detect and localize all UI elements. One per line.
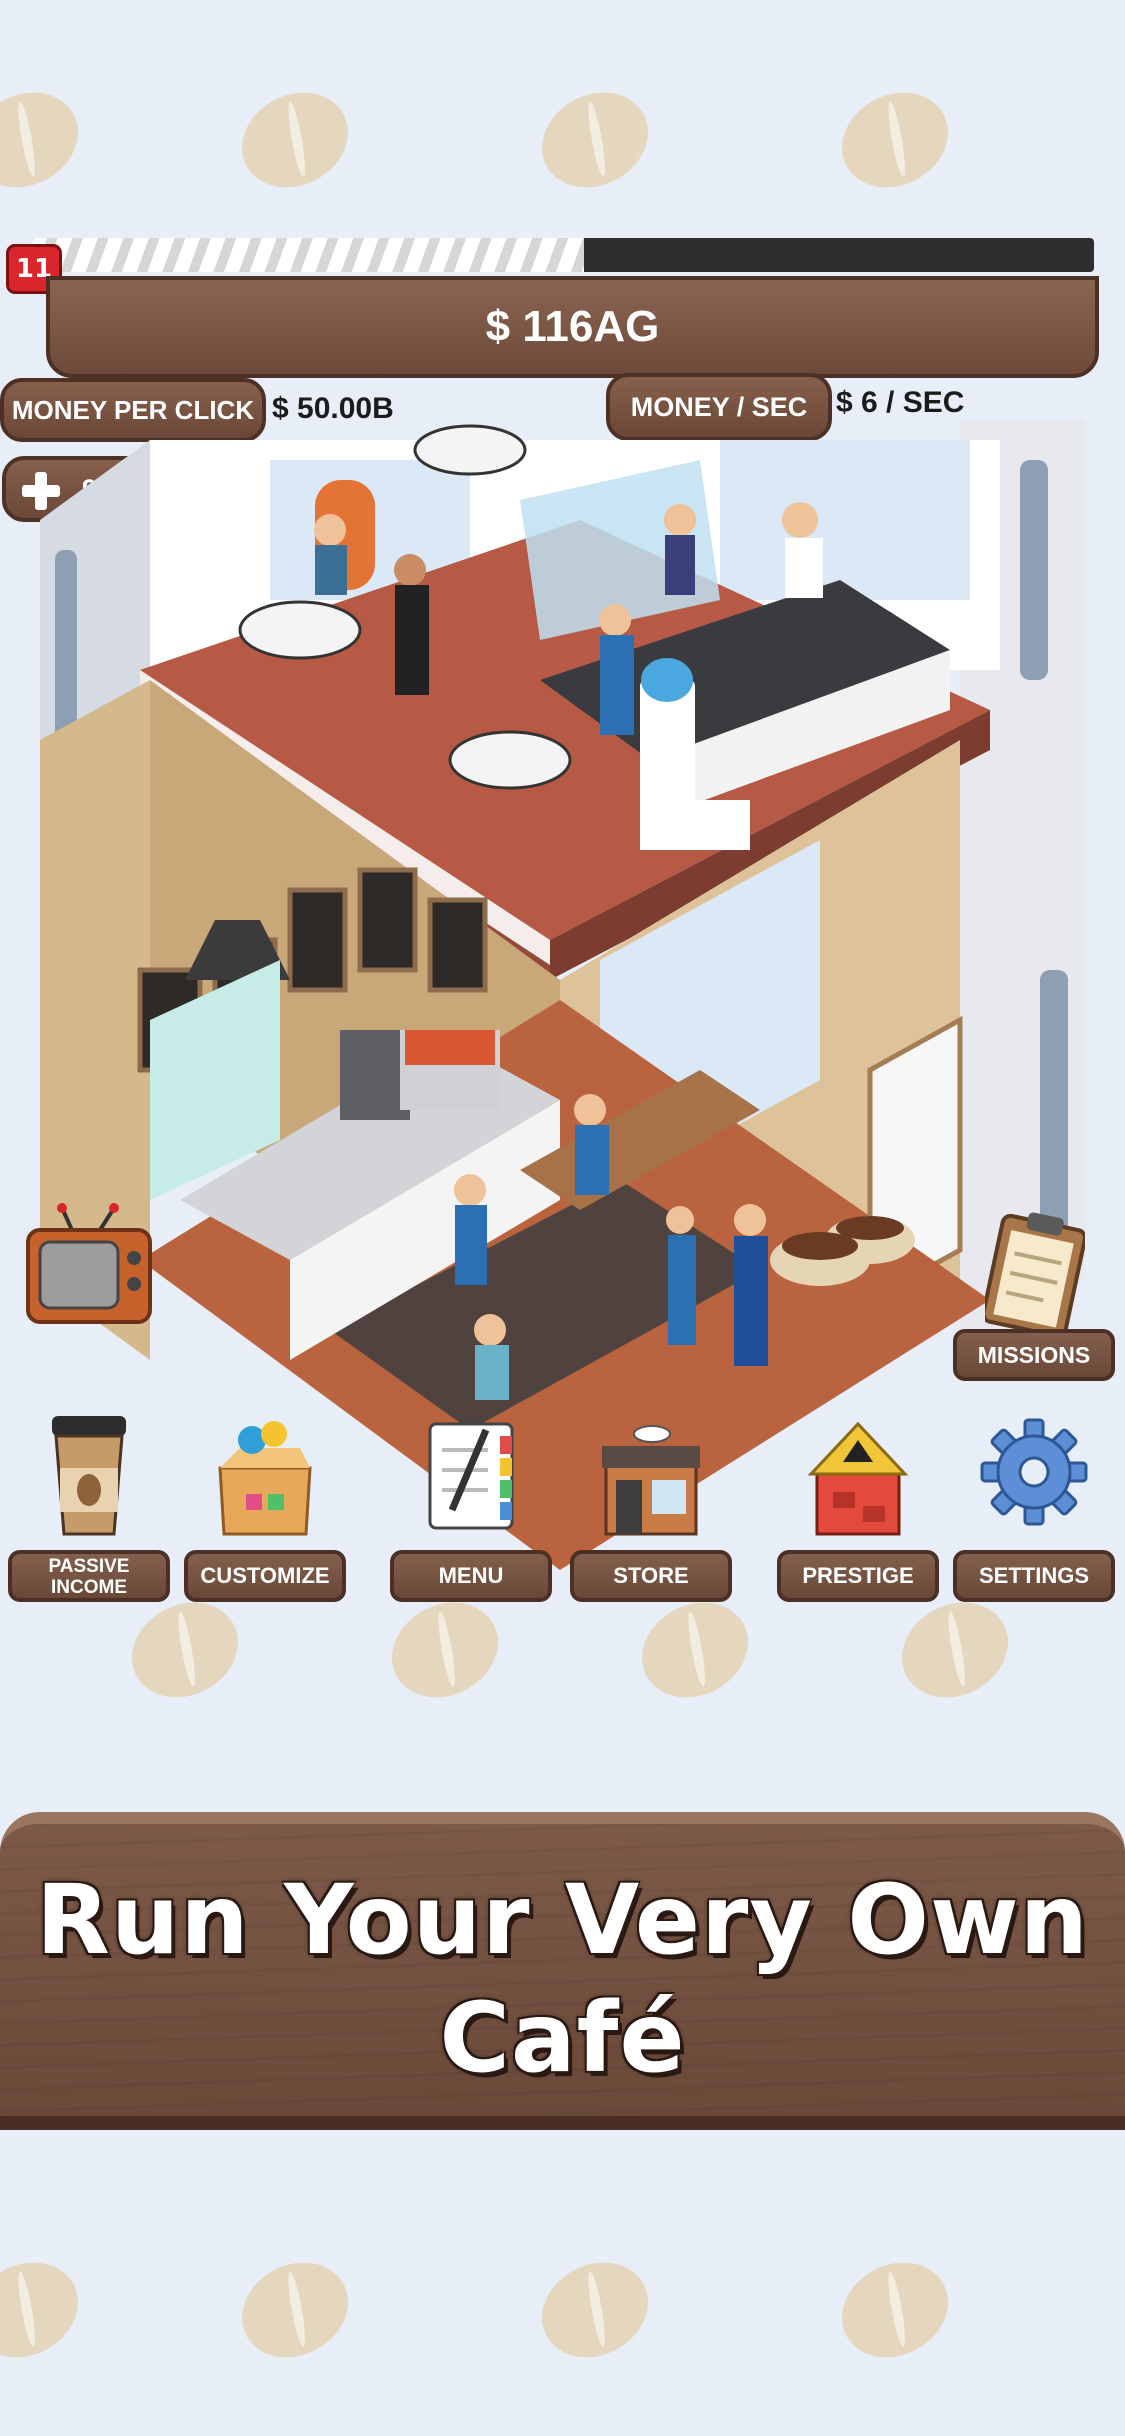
customize-button[interactable]: CUSTOMIZE <box>184 1550 346 1602</box>
coffee-cup-icon <box>52 1416 126 1536</box>
level-progress-bar <box>32 238 1094 272</box>
level-progress-fill <box>32 238 585 272</box>
tagline-line-2: Café <box>439 1982 686 2094</box>
clipboard-icon[interactable] <box>985 1210 1085 1335</box>
notebook-icon <box>428 1422 514 1530</box>
menu-button[interactable]: MENU <box>390 1550 552 1602</box>
cafe-scene[interactable] <box>0 380 1125 1580</box>
passive-income-button[interactable]: PASSIVE INCOME <box>8 1550 170 1602</box>
settings-button[interactable]: SETTINGS <box>953 1550 1115 1602</box>
prestige-house-icon <box>807 1421 909 1536</box>
prestige-button[interactable]: PRESTIGE <box>777 1550 939 1602</box>
tagline-banner: Run Your Very Own Café <box>0 1812 1125 2130</box>
box-icon <box>218 1421 312 1536</box>
tagline-line-1: Run Your Very Own <box>36 1864 1089 1976</box>
missions-button[interactable]: MISSIONS <box>953 1329 1115 1381</box>
total-money-banner: $ 116AG <box>46 276 1099 378</box>
gear-icon <box>980 1418 1088 1526</box>
store-button[interactable]: STORE <box>570 1550 732 1602</box>
retro-tv-icon[interactable] <box>22 1200 156 1334</box>
storefront-icon <box>602 1425 700 1536</box>
